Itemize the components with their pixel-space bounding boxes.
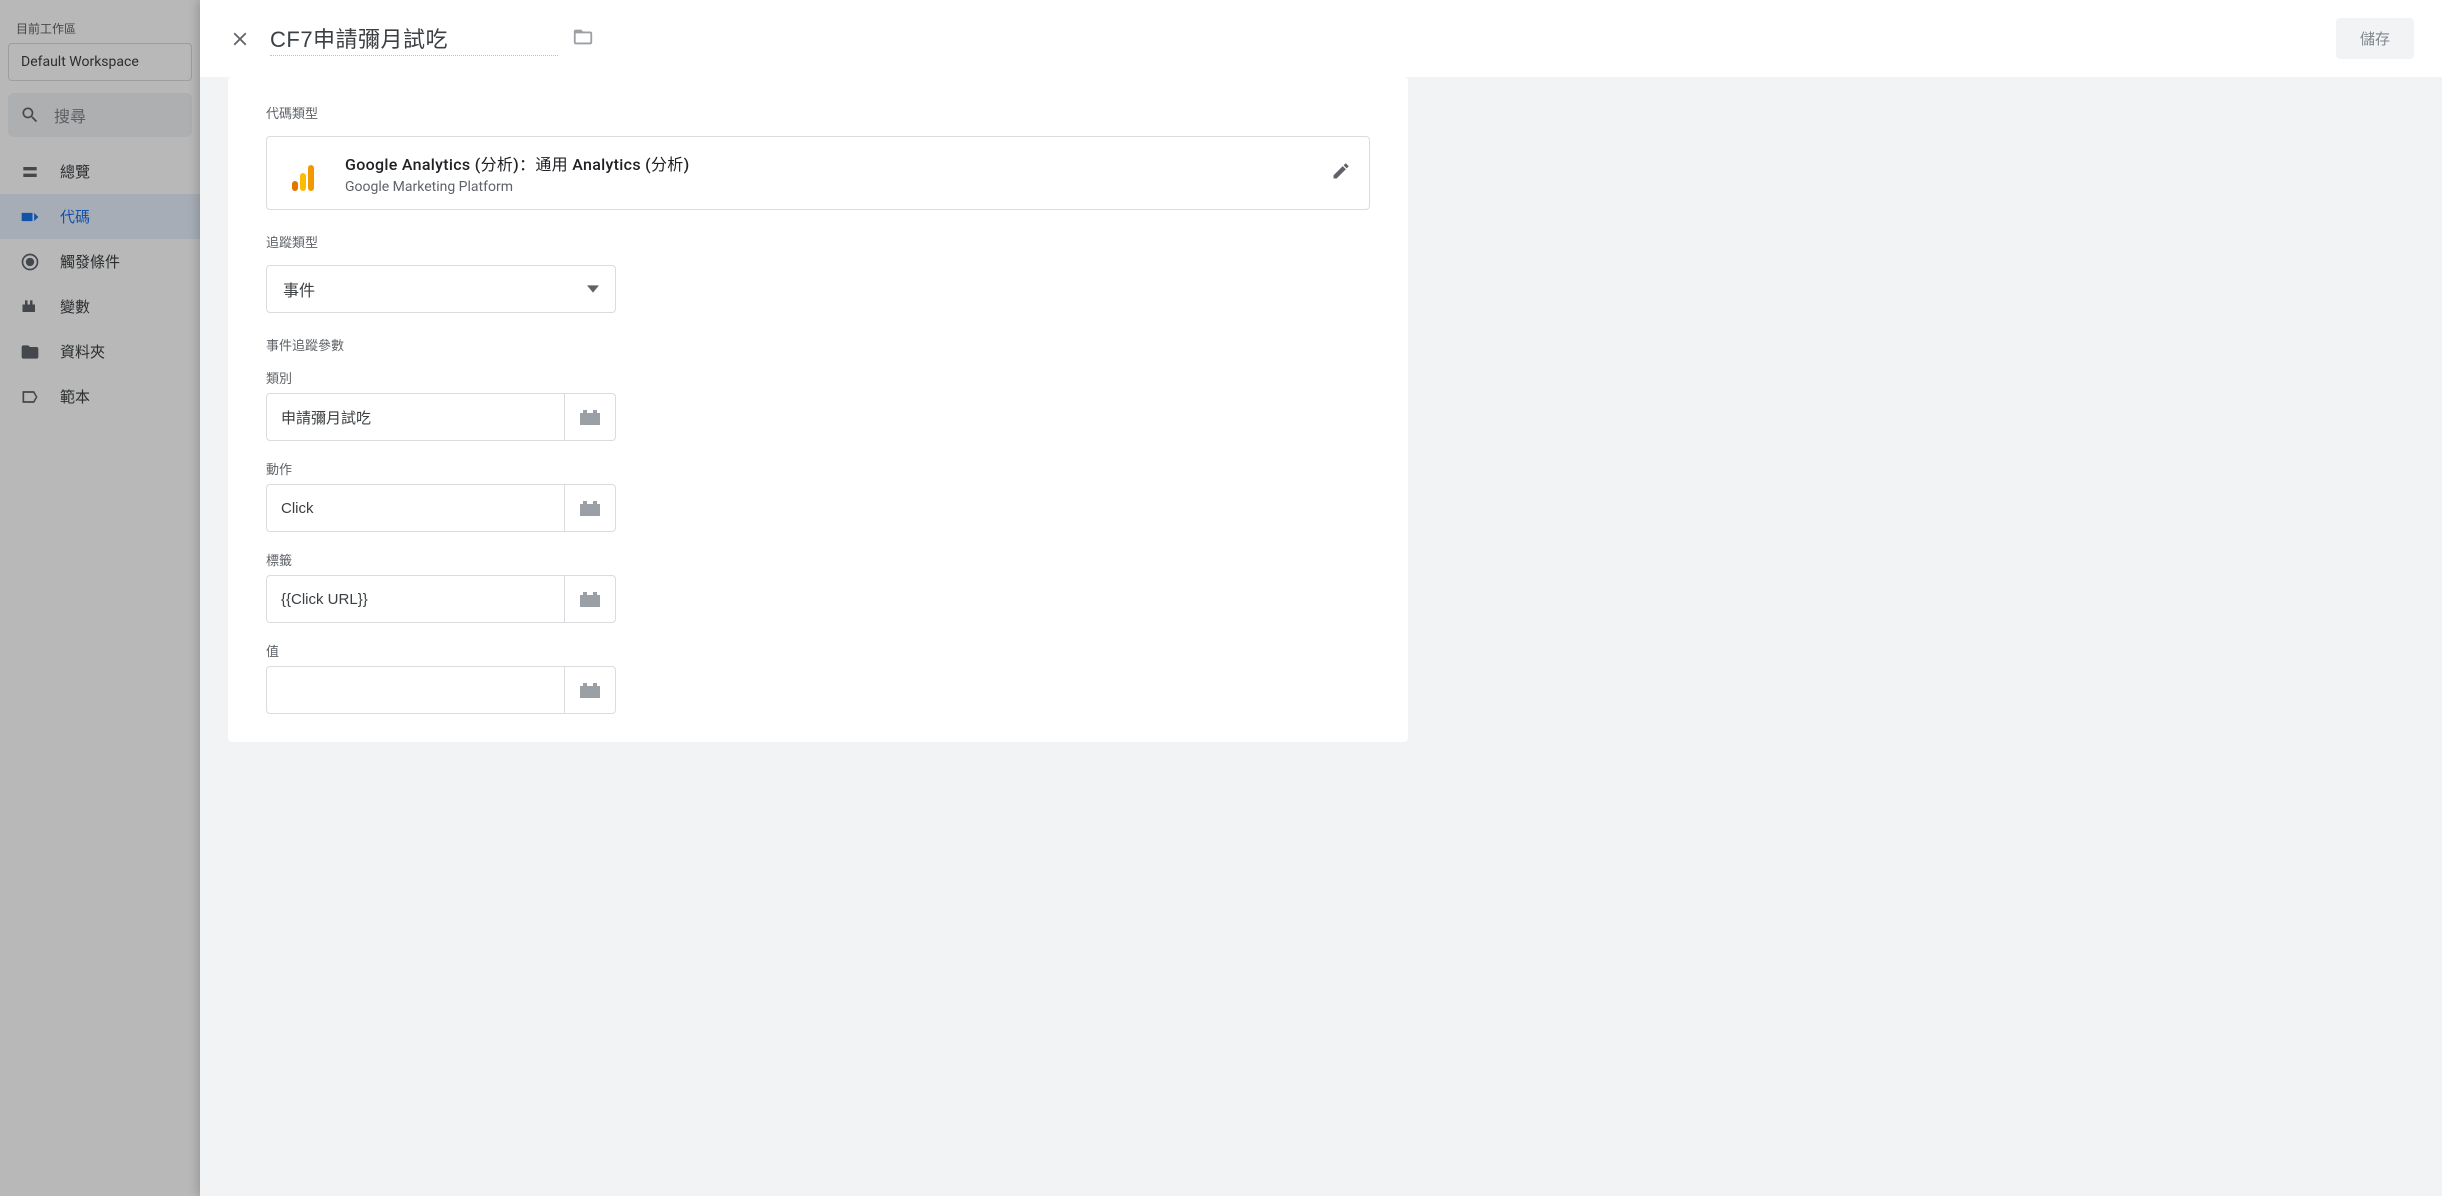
tag-type-label: 代碼類型: [266, 103, 1370, 122]
lego-icon: [578, 407, 602, 427]
value-input[interactable]: [266, 666, 564, 714]
tag-type-platform: Google Marketing Platform: [345, 179, 689, 195]
lego-icon: [578, 680, 602, 700]
lego-icon: [578, 498, 602, 518]
label-label: 標籤: [266, 550, 1370, 569]
folder-button[interactable]: [572, 26, 594, 52]
value-variable-button[interactable]: [564, 666, 616, 714]
edit-tag-type-button[interactable]: [1331, 161, 1351, 185]
lego-icon: [578, 589, 602, 609]
tag-editor-panel: 儲存 代碼類型 Google Analytics (分析)：通用 Analyti…: [200, 0, 2442, 1196]
close-icon: [229, 28, 251, 50]
chevron-down-icon: [587, 283, 599, 295]
action-label: 動作: [266, 459, 1370, 478]
track-type-value: 事件: [283, 277, 315, 301]
category-input[interactable]: [266, 393, 564, 441]
pencil-icon: [1331, 161, 1351, 181]
tag-type-selector[interactable]: Google Analytics (分析)：通用 Analytics (分析) …: [266, 136, 1370, 210]
track-type-label: 追蹤類型: [266, 232, 1370, 251]
folder-outline-icon: [572, 26, 594, 48]
panel-header: 儲存: [200, 0, 2442, 77]
close-button[interactable]: [228, 27, 252, 51]
category-variable-button[interactable]: [564, 393, 616, 441]
panel-body: 代碼類型 Google Analytics (分析)：通用 Analytics …: [200, 77, 2442, 1196]
track-type-select[interactable]: 事件: [266, 265, 616, 313]
tag-type-name: Google Analytics (分析)：通用 Analytics (分析): [345, 151, 689, 175]
ga-icon: [285, 155, 321, 191]
value-label: 值: [266, 641, 1370, 660]
tag-config-card: 代碼類型 Google Analytics (分析)：通用 Analytics …: [228, 77, 1408, 742]
event-params-label: 事件追蹤參數: [266, 335, 1370, 354]
action-input[interactable]: [266, 484, 564, 532]
label-variable-button[interactable]: [564, 575, 616, 623]
tag-title-input[interactable]: [270, 21, 558, 56]
action-variable-button[interactable]: [564, 484, 616, 532]
save-button[interactable]: 儲存: [2336, 18, 2414, 59]
category-label: 類別: [266, 368, 1370, 387]
label-input[interactable]: [266, 575, 564, 623]
